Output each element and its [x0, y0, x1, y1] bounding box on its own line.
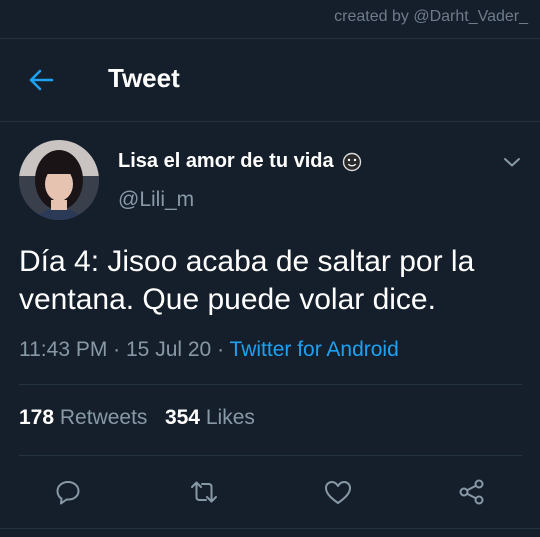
likes-label: Likes	[205, 406, 255, 429]
author-name-row[interactable]: Lisa el amor de tu vida	[118, 150, 362, 173]
tweet-source-link[interactable]: Twitter for Android	[230, 338, 399, 361]
share-button[interactable]	[450, 470, 494, 514]
retweets-count: 178	[19, 406, 55, 429]
tweet-text: Día 4: Jisoo acaba de saltar por la vent…	[19, 245, 475, 316]
display-name[interactable]: Lisa el amor de tu vida	[118, 150, 334, 173]
reply-button[interactable]	[46, 470, 90, 514]
retweet-button[interactable]	[182, 470, 226, 514]
tweet-time: 11:43 PM	[19, 338, 108, 361]
likes-stat[interactable]: 354 Likes	[165, 406, 255, 429]
header-bar: Tweet	[0, 38, 540, 122]
retweet-icon	[191, 481, 217, 503]
user-handle[interactable]: @Lili_m	[118, 188, 194, 212]
avatar-image	[19, 140, 99, 220]
smiley-emoji-icon	[342, 152, 361, 171]
likes-count: 354	[164, 406, 200, 429]
chevron-down-icon	[504, 158, 520, 167]
retweets-stat[interactable]: 178 Retweets	[19, 406, 147, 429]
watermark: created by @Darht_Vader_	[334, 8, 528, 25]
like-icon	[325, 481, 351, 504]
divider	[0, 528, 540, 529]
tweet-date: 15 Jul 20	[126, 338, 212, 361]
retweets-label: Retweets	[59, 406, 148, 429]
back-button[interactable]	[26, 65, 56, 95]
meta-separator: ·	[107, 338, 126, 361]
arrow-left-icon	[29, 69, 54, 91]
avatar[interactable]	[19, 140, 99, 220]
more-options-button[interactable]	[500, 150, 524, 174]
tweet-stats: 178 Retweets 354 Likes	[19, 406, 255, 430]
page-title: Tweet	[108, 63, 180, 93]
action-bar	[0, 470, 540, 514]
divider	[19, 384, 522, 385]
meta-separator: ·	[211, 338, 230, 361]
divider	[19, 455, 522, 456]
like-button[interactable]	[316, 470, 360, 514]
share-icon	[459, 479, 484, 505]
reply-icon	[56, 481, 80, 505]
tweet-meta: 11:43 PM · 15 Jul 20 · Twitter for Andro…	[19, 338, 399, 362]
